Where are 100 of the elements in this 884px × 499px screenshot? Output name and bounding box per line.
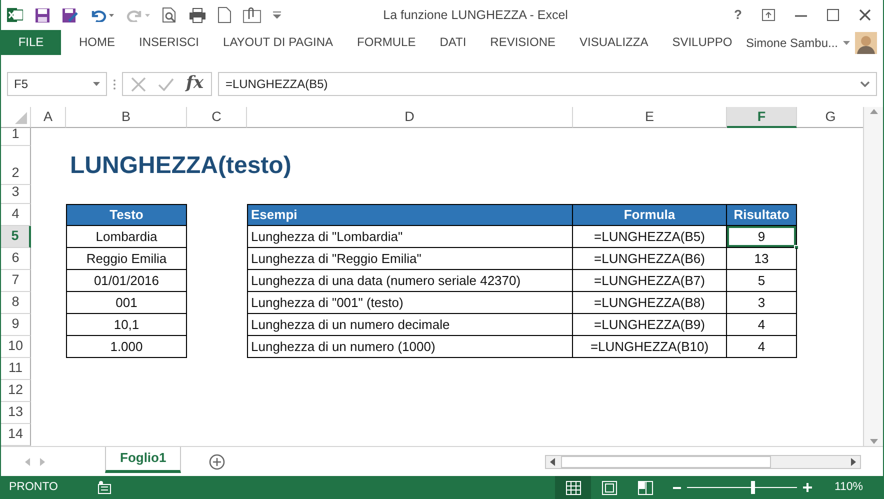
column-header[interactable]: E (573, 107, 727, 128)
caret-icon[interactable] (843, 40, 850, 44)
scroll-thumb[interactable] (561, 456, 771, 468)
ribbon-display-icon[interactable] (762, 9, 775, 21)
page-break-view-icon (638, 480, 653, 494)
table-cell: =LUNGHEZZA(B10) (573, 336, 727, 358)
vertical-scrollbar[interactable] (863, 107, 883, 446)
name-box[interactable]: F5 (7, 72, 107, 96)
column-header-cell: Testo (66, 204, 187, 226)
zoom-level[interactable]: 110% (834, 478, 863, 496)
table-cell: Lunghezza di "Lombardia" (247, 226, 573, 248)
row-header[interactable]: 5 (1, 226, 31, 248)
row-header[interactable]: 9 (1, 314, 31, 336)
row-header[interactable]: 8 (1, 292, 31, 314)
table-cell: 10,1 (66, 314, 187, 336)
page-layout-view-icon (602, 480, 617, 494)
row-header[interactable]: 7 (1, 270, 31, 292)
column-header[interactable]: C (187, 107, 247, 128)
row-header[interactable]: 1 (1, 128, 31, 146)
table-cell: =LUNGHEZZA(B7) (573, 270, 727, 292)
ribbon-tab[interactable]: DATI (428, 30, 478, 55)
save-edit-icon[interactable] (62, 8, 78, 22)
table-cell: Reggio Emilia (66, 248, 187, 270)
window-title: La funzione LUNGHEZZA - Excel (382, 6, 569, 24)
table-cell: =LUNGHEZZA(B9) (573, 314, 727, 336)
row-header[interactable]: 14 (1, 424, 31, 446)
row-header[interactable]: 6 (1, 248, 31, 270)
excel-logo-icon[interactable] (7, 7, 23, 23)
close-icon[interactable] (859, 9, 871, 21)
ribbon-tab[interactable]: SVILUPPO (660, 30, 744, 55)
table-cell: Lunghezza di un numero decimale (247, 314, 573, 336)
expand-chevron-icon[interactable] (860, 81, 870, 87)
print-preview-icon[interactable] (162, 7, 177, 23)
scroll-up-icon[interactable] (870, 109, 878, 114)
zoom-in-icon[interactable] (803, 483, 812, 492)
help-button[interactable]: ? (734, 5, 742, 25)
formula-input[interactable]: =LUNGHEZZA(B5) (218, 72, 877, 96)
user-name[interactable]: Simone Sambu... (746, 34, 838, 52)
table-cell[interactable]: 4 (727, 314, 797, 336)
add-sheet-icon[interactable] (209, 454, 226, 470)
attachment-icon[interactable] (243, 7, 261, 23)
formula-text: =LUNGHEZZA(B5) (225, 76, 328, 93)
row-header[interactable]: 12 (1, 380, 31, 402)
column-header-cell: Esempi (247, 204, 573, 226)
column-header[interactable]: D (247, 107, 573, 128)
save-icon[interactable] (35, 8, 50, 22)
table-cell: =LUNGHEZZA(B5) (573, 226, 727, 248)
table-cell: =LUNGHEZZA(B8) (573, 292, 727, 314)
table-cell[interactable]: 3 (727, 292, 797, 314)
table-cell: Lunghezza di "Reggio Emilia" (247, 248, 573, 270)
printer-icon[interactable] (189, 8, 206, 22)
new-document-icon[interactable] (218, 7, 231, 23)
scroll-down-icon[interactable] (870, 439, 878, 444)
table-cell: 001 (66, 292, 187, 314)
table-cell[interactable]: 5 (727, 270, 797, 292)
table-cell[interactable]: 13 (727, 248, 797, 270)
normal-view-button[interactable] (555, 476, 592, 499)
table-cell: 01/01/2016 (66, 270, 187, 292)
table-cell[interactable]: 4 (727, 336, 797, 358)
grip-icon (113, 78, 116, 90)
zoom-slider-thumb[interactable] (751, 481, 756, 494)
sheet-tab[interactable]: Foglio1 (105, 446, 182, 472)
file-tab[interactable]: FILE (1, 30, 61, 55)
scroll-left-icon[interactable] (550, 458, 555, 466)
row-header[interactable]: 11 (1, 358, 31, 380)
ribbon-tab[interactable]: HOME (67, 30, 127, 55)
table-cell: Lunghezza di un numero (1000) (247, 336, 573, 358)
table-cell[interactable]: 9 (727, 226, 797, 248)
avatar[interactable] (855, 32, 877, 54)
column-header[interactable]: B (66, 107, 187, 128)
dropdown-caret-icon[interactable] (93, 82, 100, 86)
ribbon-tab[interactable]: INSERISCI (127, 30, 212, 55)
row-header[interactable]: 2 (1, 146, 31, 185)
corner-triangle-icon (15, 112, 27, 124)
table-cell: Lunghezza di una data (numero seriale 42370) (247, 270, 573, 292)
macro-record-icon[interactable] (98, 481, 111, 494)
sheet-title: LUNGHEZZA(testo) (69, 150, 292, 180)
name-box-value: F5 (14, 76, 28, 93)
row-header[interactable]: 3 (1, 185, 31, 204)
ribbon-tab[interactable]: LAYOUT DI PAGINA (211, 30, 346, 55)
customize-caret-icon[interactable] (273, 11, 281, 19)
normal-view-icon (566, 480, 581, 494)
fill-handle[interactable] (794, 245, 799, 250)
column-header[interactable]: F (727, 107, 797, 128)
ribbon-tab[interactable]: REVISIONE (478, 30, 568, 55)
table-cell: Lunghezza di "001" (testo) (247, 292, 573, 314)
undo-icon[interactable] (90, 8, 114, 22)
horizontal-scrollbar[interactable] (545, 454, 861, 468)
column-header-cell: Risultato (727, 204, 797, 226)
ribbon-tab[interactable]: VISUALIZZA (568, 30, 660, 55)
row-header[interactable]: 13 (1, 402, 31, 424)
row-header[interactable]: 10 (1, 336, 31, 358)
maximize-icon[interactable] (827, 9, 839, 21)
table-cell: 1.000 (66, 336, 187, 358)
column-header[interactable]: A (31, 107, 66, 128)
table-cell: Lombardia (66, 226, 187, 248)
scroll-right-icon[interactable] (851, 458, 856, 466)
table-cell: =LUNGHEZZA(B6) (573, 248, 727, 270)
status-text: PRONTO (9, 480, 58, 495)
ribbon-tab[interactable]: FORMULE (345, 30, 428, 55)
